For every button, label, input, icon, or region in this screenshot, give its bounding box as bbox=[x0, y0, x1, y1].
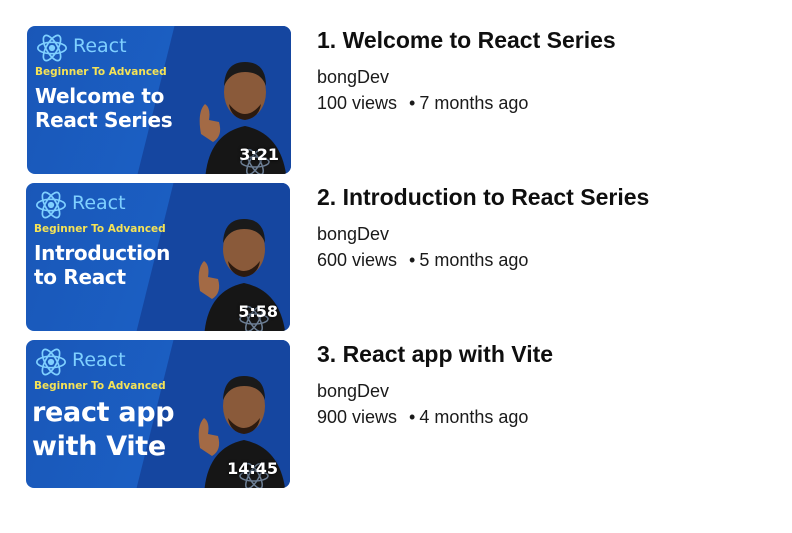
channel-name[interactable]: bongDev bbox=[317, 224, 777, 245]
thumbnail-logo-text: React bbox=[72, 192, 126, 214]
upload-age: 5 months ago bbox=[419, 250, 529, 270]
thumbnail-headline-line: to React bbox=[34, 265, 126, 289]
thumbnail-headline: Introduction to React bbox=[34, 241, 194, 289]
channel-name[interactable]: bongDev bbox=[317, 381, 777, 402]
thumbnail-tagline: Beginner To Advanced bbox=[34, 380, 166, 392]
thumbnail-headline-line: with Vite bbox=[32, 431, 166, 462]
thumbnail-headline-line: react app bbox=[32, 397, 175, 428]
video-title[interactable]: 2. Introduction to React Series bbox=[317, 184, 777, 211]
video-thumbnail[interactable]: React Beginner To Advanced react app wit… bbox=[26, 340, 290, 488]
view-count: 600 views bbox=[317, 250, 398, 270]
video-meta: 100 views • 7 months ago bbox=[317, 93, 777, 114]
view-count: 100 views bbox=[317, 93, 398, 113]
video-item[interactable]: React Beginner To Advanced Welcome to Re… bbox=[0, 26, 792, 176]
video-list: React Beginner To Advanced Welcome to Re… bbox=[0, 0, 792, 533]
react-atom-icon bbox=[35, 348, 67, 376]
video-title[interactable]: 1. Welcome to React Series bbox=[317, 27, 777, 54]
video-duration-badge: 5:58 bbox=[238, 302, 278, 321]
video-meta: 600 views • 5 months ago bbox=[317, 250, 777, 271]
video-duration-badge: 14:45 bbox=[227, 459, 278, 478]
video-info: 1. Welcome to React Series bongDev 100 v… bbox=[317, 26, 777, 114]
meta-separator: • bbox=[409, 407, 416, 427]
video-item[interactable]: React Beginner To Advanced Introduction … bbox=[0, 183, 792, 333]
thumbnail-headline: Welcome to React Series bbox=[35, 84, 195, 132]
react-atom-icon bbox=[35, 191, 67, 219]
upload-age: 7 months ago bbox=[419, 93, 529, 113]
thumbnail-logo-text: React bbox=[73, 35, 127, 57]
video-info: 2. Introduction to React Series bongDev … bbox=[317, 183, 777, 271]
meta-separator: • bbox=[409, 93, 416, 113]
channel-name[interactable]: bongDev bbox=[317, 67, 777, 88]
thumbnail-headline-line: Welcome to bbox=[35, 84, 165, 108]
thumbnail-headline: react app with Vite bbox=[32, 396, 192, 464]
view-count: 900 views bbox=[317, 407, 398, 427]
thumbnail-headline-line: Introduction bbox=[34, 241, 171, 265]
video-title[interactable]: 3. React app with Vite bbox=[317, 341, 777, 368]
video-thumbnail[interactable]: React Beginner To Advanced Welcome to Re… bbox=[27, 26, 291, 174]
thumbnail-logo-text: React bbox=[72, 349, 126, 371]
video-duration-badge: 3:21 bbox=[239, 145, 279, 164]
thumbnail-headline-line: React Series bbox=[35, 108, 173, 132]
video-info: 3. React app with Vite bongDev 900 views… bbox=[317, 340, 777, 428]
meta-separator: • bbox=[409, 250, 416, 270]
thumbnail-tagline: Beginner To Advanced bbox=[34, 223, 166, 235]
upload-age: 4 months ago bbox=[419, 407, 529, 427]
video-item[interactable]: React Beginner To Advanced react app wit… bbox=[0, 340, 792, 490]
react-atom-icon bbox=[36, 34, 68, 62]
thumbnail-tagline: Beginner To Advanced bbox=[35, 66, 167, 78]
video-meta: 900 views • 4 months ago bbox=[317, 407, 777, 428]
video-thumbnail[interactable]: React Beginner To Advanced Introduction … bbox=[26, 183, 290, 331]
